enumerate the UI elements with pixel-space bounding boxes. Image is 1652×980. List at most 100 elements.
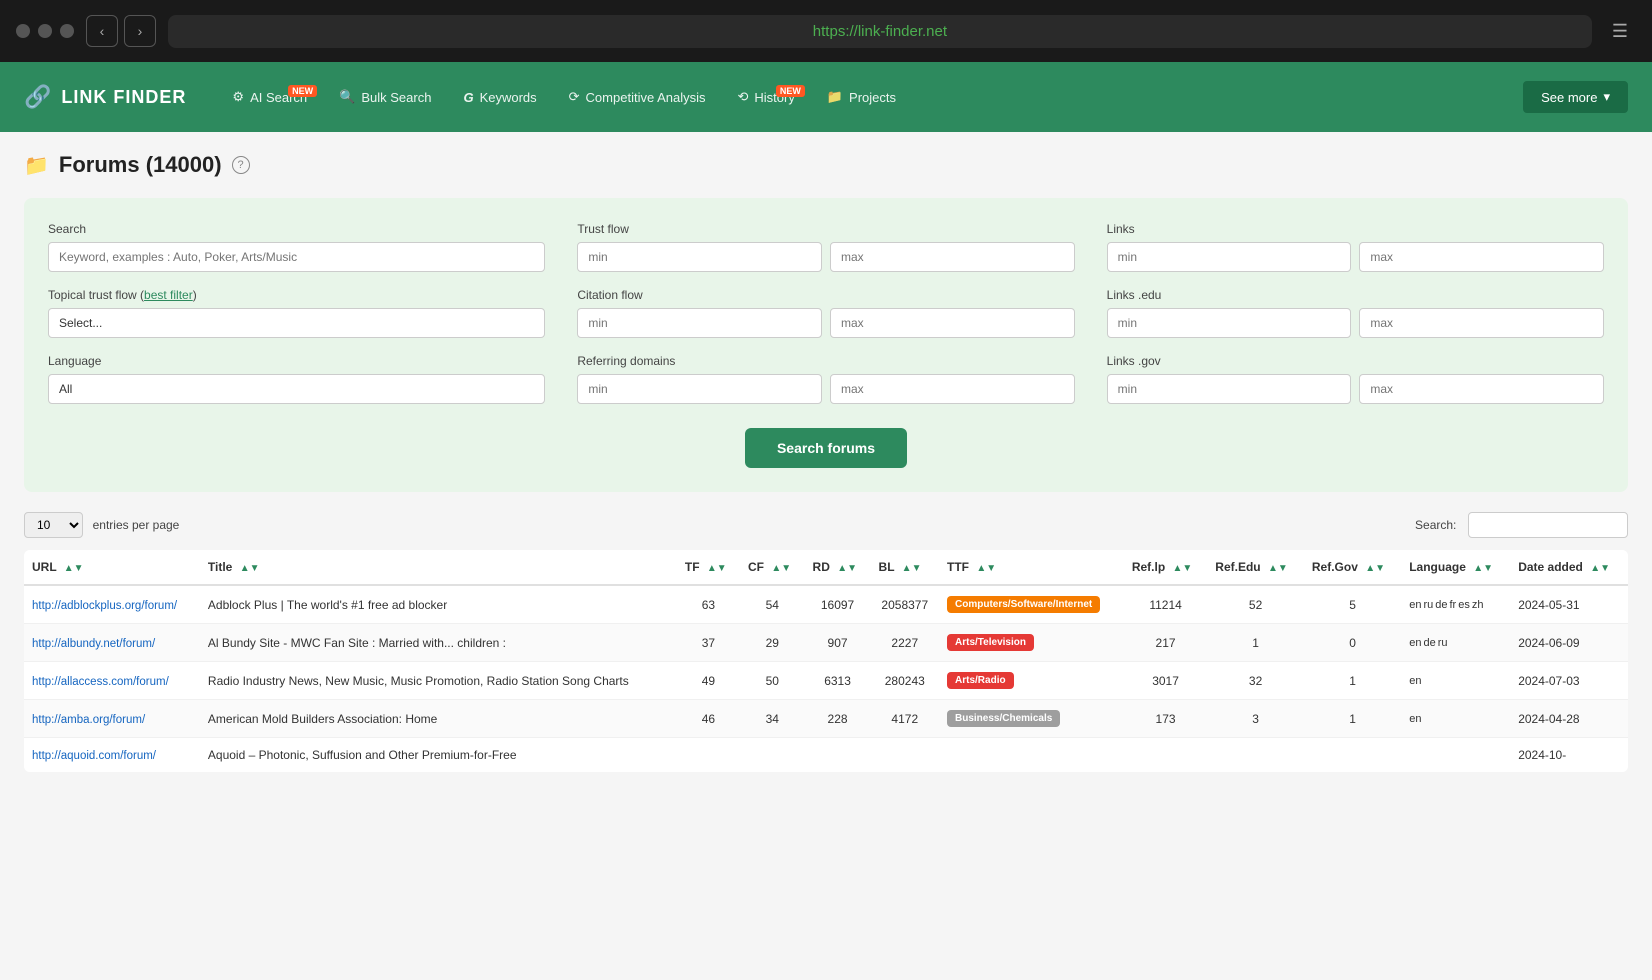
citation-flow-min[interactable] — [577, 308, 822, 338]
links-min[interactable] — [1107, 242, 1352, 272]
main-content: 📁 Forums (14000) ? Search Topical trust … — [0, 132, 1652, 980]
links-max[interactable] — [1359, 242, 1604, 272]
table-row: http://allaccess.com/forum/ Radio Indust… — [24, 662, 1628, 700]
links-edu-min[interactable] — [1107, 308, 1352, 338]
browser-dot-red — [16, 24, 30, 38]
ai-search-icon: ⚙ — [232, 89, 244, 105]
cell-bl: 4172 — [871, 700, 939, 738]
links-gov-max[interactable] — [1359, 374, 1604, 404]
search-forums-button[interactable]: Search forums — [745, 428, 907, 468]
col-refgov[interactable]: Ref.Gov ▲▼ — [1304, 550, 1401, 585]
nav-keywords[interactable]: G Keywords — [449, 82, 550, 113]
referring-domains-max[interactable] — [830, 374, 1075, 404]
help-icon[interactable]: ? — [232, 156, 250, 174]
browser-forward-button[interactable]: › — [124, 15, 156, 47]
cell-date: 2024-07-03 — [1510, 662, 1628, 700]
app-header: 🔗 LINK FINDER ⚙ AI Search new 🔍 Bulk Sea… — [0, 62, 1652, 132]
topical-label: Topical trust flow (best filter) — [48, 288, 545, 302]
table-row: http://amba.org/forum/ American Mold Bui… — [24, 700, 1628, 738]
logo-area: 🔗 LINK FINDER — [24, 84, 186, 110]
col-reflp[interactable]: Ref.lp ▲▼ — [1124, 550, 1207, 585]
table-row: http://adblockplus.org/forum/ Adblock Pl… — [24, 585, 1628, 624]
cell-refgov: 5 — [1304, 585, 1401, 624]
cell-rd: 228 — [805, 700, 871, 738]
search-col-2: Trust flow Citation flow Referring domai… — [577, 222, 1074, 420]
cell-date: 2024-10- — [1510, 738, 1628, 773]
links-gov-label: Links .gov — [1107, 354, 1604, 368]
cell-cf: 54 — [740, 585, 805, 624]
trust-flow-label: Trust flow — [577, 222, 1074, 236]
table-search-control: Search: — [1415, 512, 1628, 538]
links-edu-max[interactable] — [1359, 308, 1604, 338]
col-tf[interactable]: TF ▲▼ — [677, 550, 740, 585]
cell-title: Adblock Plus | The world's #1 free ad bl… — [200, 585, 677, 624]
table-search-input[interactable] — [1468, 512, 1628, 538]
lang-item: de — [1423, 637, 1435, 649]
cell-ttf: Arts/Radio — [939, 662, 1124, 700]
see-more-button[interactable]: See more ▾ — [1523, 81, 1628, 113]
entries-per-page-select[interactable]: 10 25 50 100 — [24, 512, 83, 538]
search-grid: Search Topical trust flow (best filter) … — [48, 222, 1604, 420]
best-filter-link[interactable]: best filter — [144, 288, 193, 302]
logo-icon: 🔗 — [24, 84, 51, 110]
nav-bulk-search-label: Bulk Search — [361, 90, 431, 105]
language-input[interactable] — [48, 374, 545, 404]
citation-flow-max[interactable] — [830, 308, 1075, 338]
col-title[interactable]: Title ▲▼ — [200, 550, 677, 585]
url-link[interactable]: http://aquoid.com/forum/ — [32, 750, 156, 762]
cell-refgov — [1304, 738, 1401, 773]
url-link[interactable]: http://albundy.net/forum/ — [32, 638, 155, 650]
browser-url-bar[interactable] — [168, 15, 1592, 48]
trust-flow-min[interactable] — [577, 242, 822, 272]
browser-dot-yellow — [38, 24, 52, 38]
trust-flow-max[interactable] — [830, 242, 1075, 272]
search-input[interactable] — [48, 242, 545, 272]
nav-projects-label: Projects — [849, 90, 896, 105]
url-link[interactable]: http://allaccess.com/forum/ — [32, 676, 169, 688]
links-gov-min[interactable] — [1107, 374, 1352, 404]
col-cf[interactable]: CF ▲▼ — [740, 550, 805, 585]
topical-select[interactable]: Select... — [48, 308, 545, 338]
referring-domains-min[interactable] — [577, 374, 822, 404]
nav-history[interactable]: ⟲ History new — [724, 81, 809, 113]
nav-bulk-search[interactable]: 🔍 Bulk Search — [325, 81, 445, 113]
col-date-added[interactable]: Date added ▲▼ — [1510, 550, 1628, 585]
col-rd[interactable]: RD ▲▼ — [805, 550, 871, 585]
cell-refedu: 32 — [1207, 662, 1304, 700]
col-bl[interactable]: BL ▲▼ — [871, 550, 939, 585]
nav-projects[interactable]: 📁 Projects — [813, 81, 910, 113]
cell-rd: 907 — [805, 624, 871, 662]
col-url[interactable]: URL ▲▼ — [24, 550, 200, 585]
referring-domains-label: Referring domains — [577, 354, 1074, 368]
col-ttf[interactable]: TTF ▲▼ — [939, 550, 1124, 585]
ai-search-badge: new — [288, 85, 317, 97]
col-refedu[interactable]: Ref.Edu ▲▼ — [1207, 550, 1304, 585]
lang-item: en — [1409, 599, 1421, 611]
cell-title: Radio Industry News, New Music, Music Pr… — [200, 662, 677, 700]
reflp-sort-icon: ▲▼ — [1172, 563, 1192, 574]
table-header: URL ▲▼ Title ▲▼ TF ▲▼ CF ▲▼ RD ▲▼ BL ▲▼ — [24, 550, 1628, 585]
cell-title: American Mold Builders Association: Home — [200, 700, 677, 738]
col-language[interactable]: Language ▲▼ — [1401, 550, 1510, 585]
nav-ai-search[interactable]: ⚙ AI Search new — [218, 81, 321, 113]
lang-item: en — [1409, 713, 1421, 725]
cell-rd — [805, 738, 871, 773]
citation-flow-label: Citation flow — [577, 288, 1074, 302]
lang-item: en — [1409, 675, 1421, 687]
cell-cf — [740, 738, 805, 773]
browser-back-button[interactable]: ‹ — [86, 15, 118, 47]
title-sort-icon: ▲▼ — [240, 563, 260, 574]
cell-url: http://amba.org/forum/ — [24, 700, 200, 738]
url-link[interactable]: http://adblockplus.org/forum/ — [32, 600, 177, 612]
citation-flow-row — [577, 308, 1074, 338]
url-link[interactable]: http://amba.org/forum/ — [32, 714, 145, 726]
data-table: URL ▲▼ Title ▲▼ TF ▲▼ CF ▲▼ RD ▲▼ BL ▲▼ — [24, 550, 1628, 772]
cell-tf: 46 — [677, 700, 740, 738]
lang-item: zh — [1472, 599, 1484, 611]
see-more-label: See more — [1541, 90, 1597, 105]
cell-language: en ru de fr es zh — [1401, 585, 1510, 624]
nav-competitive-analysis[interactable]: ⟳ Competitive Analysis — [555, 81, 720, 113]
browser-menu-button[interactable]: ☰ — [1604, 17, 1636, 46]
browser-chrome: ‹ › ☰ — [0, 0, 1652, 62]
date-sort-icon: ▲▼ — [1590, 563, 1610, 574]
